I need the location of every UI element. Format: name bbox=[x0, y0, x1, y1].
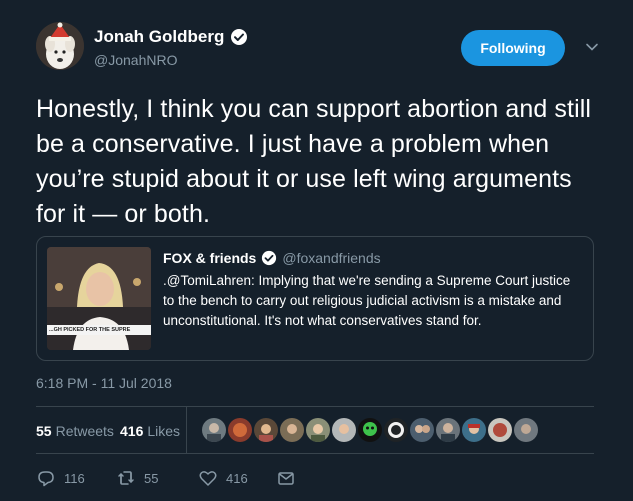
tweet-header: Jonah Goldberg @JonahNRO Following bbox=[36, 22, 599, 78]
quoted-author-handle: @foxandfriends bbox=[282, 250, 381, 266]
stats-separator bbox=[186, 407, 187, 453]
liker-avatar[interactable] bbox=[306, 418, 330, 442]
liker-avatar[interactable] bbox=[202, 418, 226, 442]
liker-avatar[interactable] bbox=[332, 418, 356, 442]
reply-button[interactable]: 116 bbox=[36, 466, 85, 490]
following-button[interactable]: Following bbox=[461, 30, 565, 66]
author-handle[interactable]: @JonahNRO bbox=[94, 51, 248, 69]
verified-badge-icon bbox=[261, 250, 277, 266]
direct-message-button[interactable] bbox=[276, 466, 296, 490]
likes-stat[interactable]: 416 Likes bbox=[120, 422, 180, 440]
quoted-tweet-video-thumbnail[interactable]: ...GH PICKED FOR THE SUPRE bbox=[47, 247, 151, 350]
liker-avatar[interactable] bbox=[384, 418, 408, 442]
liker-avatar[interactable] bbox=[436, 418, 460, 442]
likes-count: 416 bbox=[120, 423, 144, 439]
chevron-down-icon[interactable] bbox=[585, 40, 599, 54]
verified-badge-icon bbox=[230, 28, 248, 46]
tweet-card: Jonah Goldberg @JonahNRO Following Hones… bbox=[0, 0, 633, 501]
liker-avatar[interactable] bbox=[254, 418, 278, 442]
reply-icon bbox=[38, 471, 54, 487]
retweets-stat[interactable]: 55 Retweets bbox=[36, 422, 114, 440]
like-count: 416 bbox=[226, 470, 248, 486]
quoted-tweet-body: FOX & friends @foxandfriends .@TomiLahre… bbox=[163, 249, 581, 331]
liker-avatar[interactable] bbox=[228, 418, 252, 442]
retweet-icon bbox=[118, 471, 134, 485]
author-block: Jonah Goldberg @JonahNRO bbox=[94, 27, 248, 69]
tweet-timestamp[interactable]: 6:18 PM - 11 Jul 2018 bbox=[36, 374, 172, 392]
quoted-tweet[interactable]: ...GH PICKED FOR THE SUPRE FOX & friends… bbox=[36, 236, 594, 361]
quoted-tweet-text: .@TomiLahren: Implying that we're sendin… bbox=[163, 273, 571, 328]
liker-avatar[interactable] bbox=[358, 418, 382, 442]
tweet-actions: 116 55 416 bbox=[36, 466, 336, 492]
likers-avatar-list bbox=[202, 418, 538, 442]
tweet-stats: 55 Retweets 416 Likes bbox=[36, 407, 594, 453]
retweet-button[interactable]: 55 bbox=[116, 466, 158, 490]
liker-avatar[interactable] bbox=[488, 418, 512, 442]
liker-avatar[interactable] bbox=[280, 418, 304, 442]
likes-label: Likes bbox=[147, 423, 181, 439]
quoted-author-name: FOX & friends bbox=[163, 250, 257, 266]
liker-avatar[interactable] bbox=[462, 418, 486, 442]
like-button[interactable]: 416 bbox=[198, 466, 248, 490]
retweets-count: 55 bbox=[36, 423, 52, 439]
heart-icon bbox=[199, 471, 217, 486]
retweet-count: 55 bbox=[144, 470, 159, 486]
retweets-label: Retweets bbox=[55, 423, 114, 439]
direct-message-icon bbox=[278, 472, 294, 485]
divider bbox=[36, 453, 594, 454]
liker-avatar[interactable] bbox=[410, 418, 434, 442]
reply-count: 116 bbox=[64, 470, 85, 486]
liker-avatar[interactable] bbox=[514, 418, 538, 442]
video-ticker-text: ...GH PICKED FOR THE SUPRE bbox=[49, 327, 131, 333]
author-avatar[interactable] bbox=[36, 22, 84, 70]
tweet-text: Honestly, I think you can support aborti… bbox=[36, 95, 592, 228]
author-name[interactable]: Jonah Goldberg bbox=[94, 27, 224, 47]
